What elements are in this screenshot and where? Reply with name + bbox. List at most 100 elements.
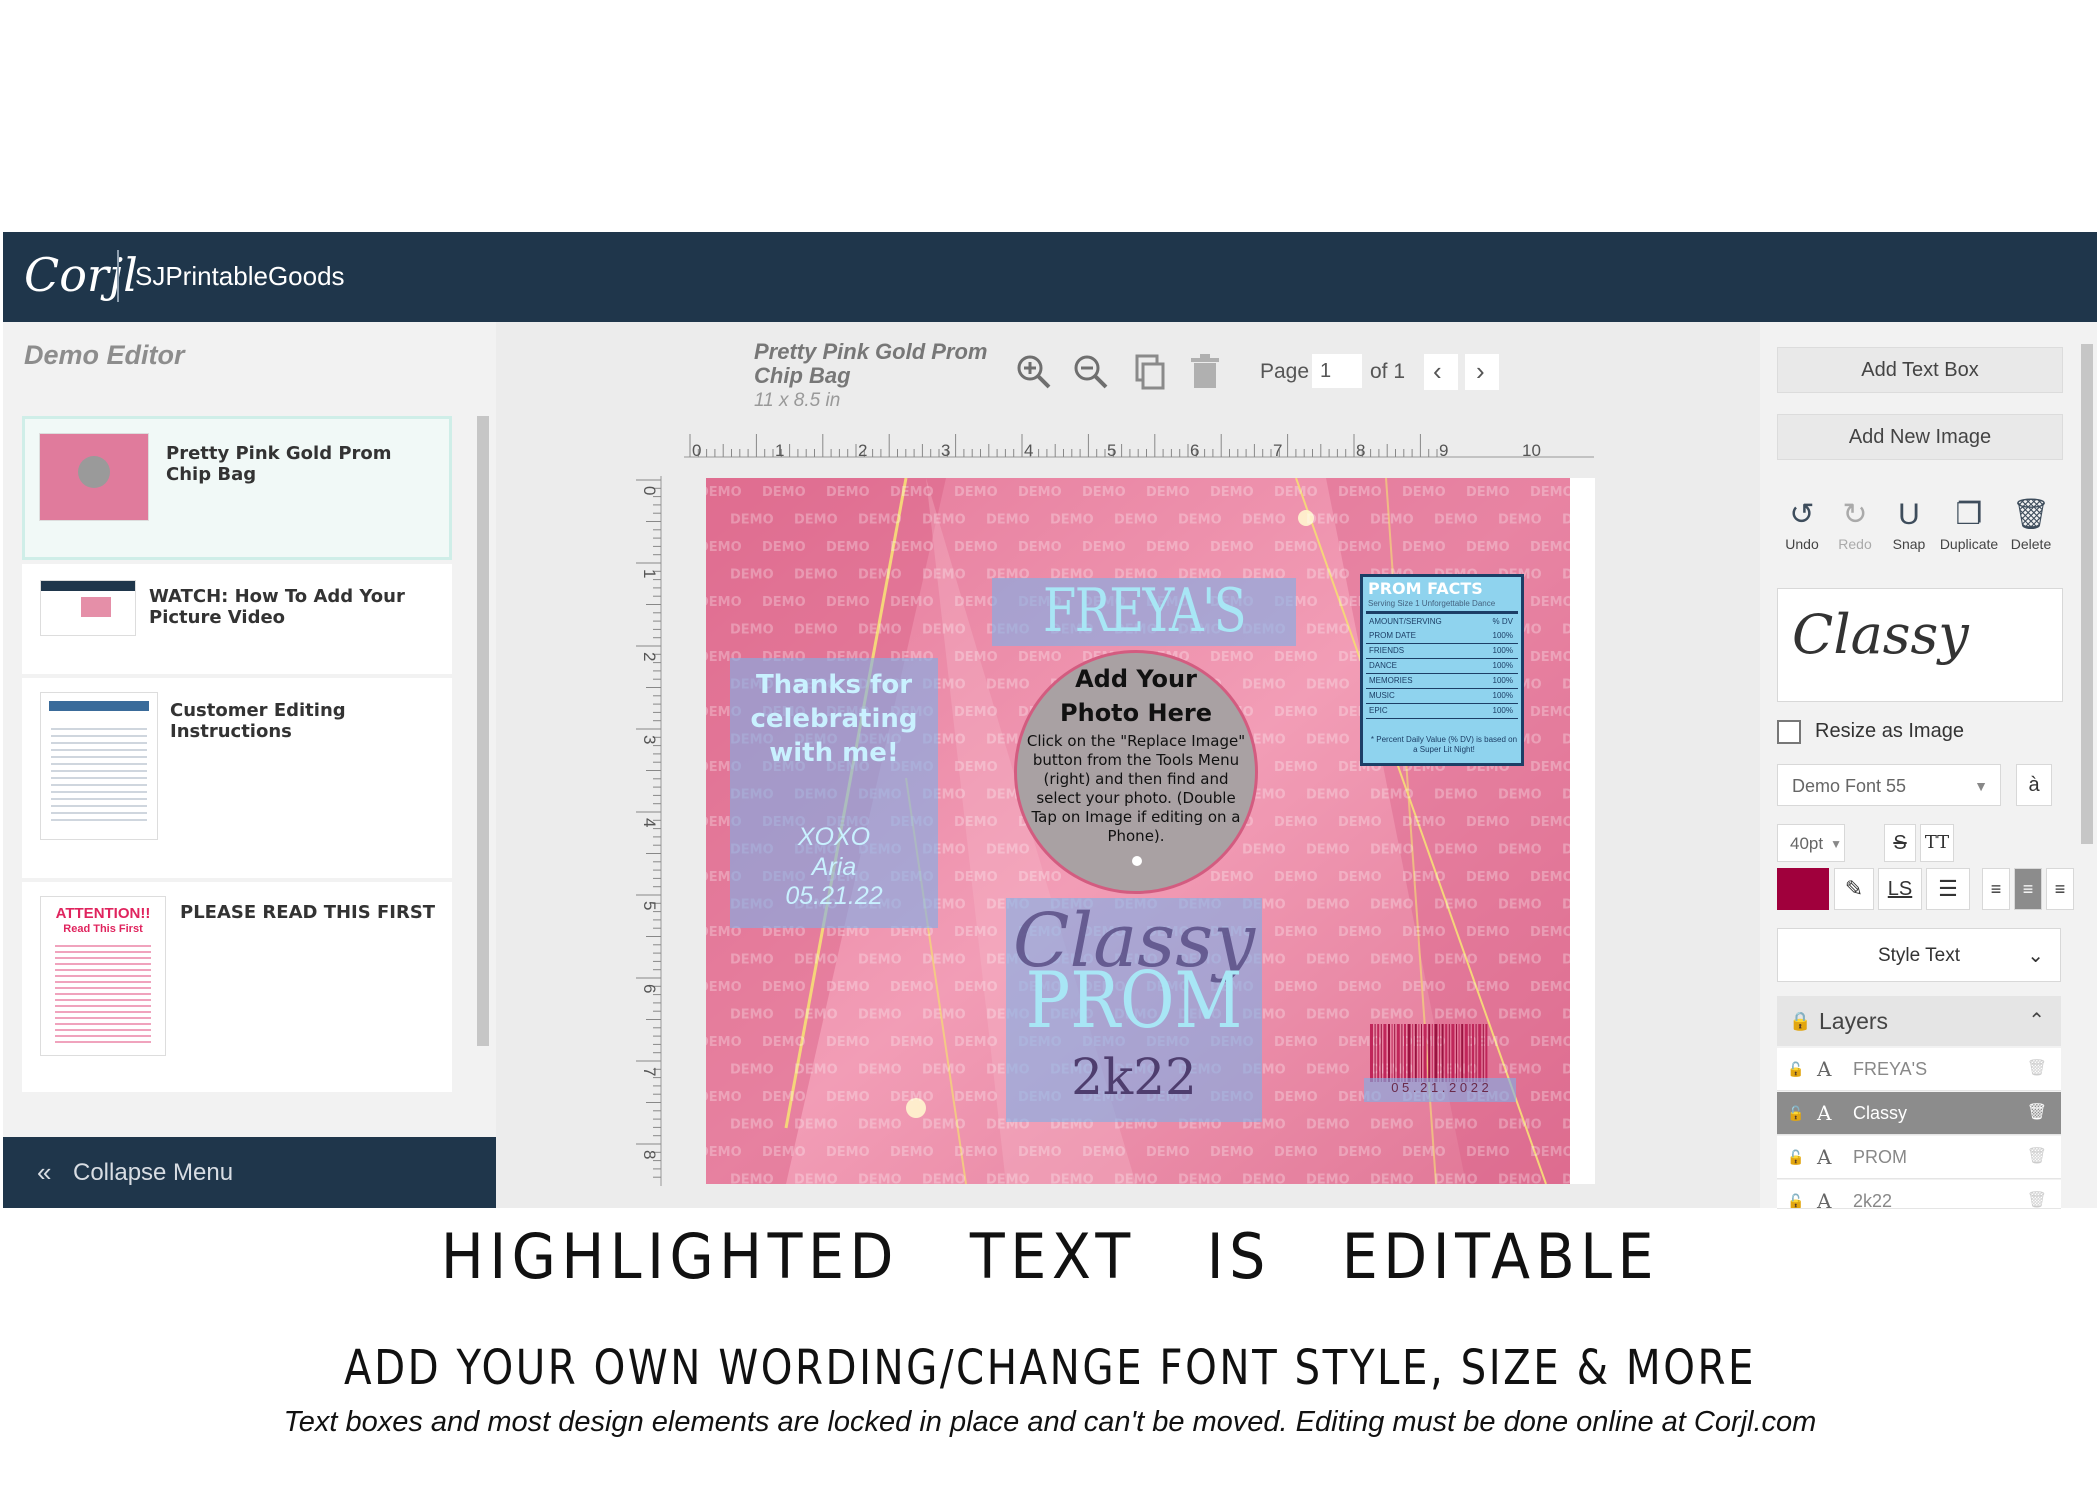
line-spacing-button[interactable]: ☰ xyxy=(1926,868,1970,910)
undo-button[interactable]: ↺ Undo xyxy=(1775,498,1829,552)
add-text-box-button[interactable]: Add Text Box xyxy=(1777,347,2063,393)
delete-button[interactable]: 🗑 Delete xyxy=(2004,498,2058,552)
svg-text:DEMO: DEMO xyxy=(1082,485,1126,500)
eyedropper-button[interactable]: ✎ xyxy=(1834,868,1874,910)
year-text[interactable]: 2k22 xyxy=(1006,1048,1262,1106)
svg-text:DEMO: DEMO xyxy=(954,1035,998,1050)
layer-item[interactable]: 🔓 A FREYA'S 🗑 xyxy=(1777,1048,2061,1091)
svg-text:DEMO: DEMO xyxy=(1402,925,1446,940)
snap-button[interactable]: U Snap xyxy=(1882,498,1936,552)
svg-text:DEMO: DEMO xyxy=(1562,733,1570,748)
font-preview-button[interactable]: à xyxy=(2016,764,2052,806)
layer-item-selected[interactable]: 🔓 A Classy 🗑 xyxy=(1777,1092,2061,1135)
duplicate-button[interactable]: ❐ Duplicate xyxy=(1934,498,2004,552)
collapse-menu-button[interactable]: « Collapse Menu xyxy=(3,1137,496,1208)
date-text[interactable]: 05.21.22 xyxy=(730,882,938,911)
layer-item[interactable]: 🔓 A PROM 🗑 xyxy=(1777,1136,2061,1179)
unlock-icon: 🔓 xyxy=(1787,1105,1805,1121)
ruler-tick-label: 4 xyxy=(640,818,659,827)
style-text-dropdown[interactable]: Style Text ⌄ xyxy=(1777,928,2061,982)
svg-text:DEMO: DEMO xyxy=(954,925,998,940)
text-transform-button[interactable]: TT xyxy=(1920,824,1954,862)
style-text-label: Style Text xyxy=(1877,945,1961,966)
svg-text:DEMO: DEMO xyxy=(890,595,934,610)
svg-text:DEMO: DEMO xyxy=(706,595,742,610)
facts-row: EPIC 100% xyxy=(1366,704,1518,719)
strikethrough-icon: S xyxy=(1893,832,1907,854)
project-item[interactable]: WATCH: How To Add Your Picture Video xyxy=(22,564,452,674)
zoom-in-icon[interactable] xyxy=(1014,352,1054,392)
svg-text:DEMO: DEMO xyxy=(1402,485,1446,500)
page-number-input[interactable] xyxy=(1312,354,1362,388)
title-text[interactable]: FREYA'S xyxy=(1022,576,1265,646)
svg-text:DEMO: DEMO xyxy=(890,485,934,500)
text-color-swatch[interactable] xyxy=(1777,868,1829,910)
panel-scrollbar[interactable] xyxy=(2077,322,2097,1208)
instructions-thumbnail xyxy=(40,692,158,840)
svg-text:DEMO: DEMO xyxy=(1370,1008,1414,1023)
svg-text:DEMO: DEMO xyxy=(1306,568,1350,583)
align-center-button[interactable]: ≡ xyxy=(2014,868,2042,910)
zoom-out-icon[interactable] xyxy=(1071,352,1111,392)
name-text[interactable]: Aria xyxy=(730,853,938,882)
selection-handle[interactable] xyxy=(1132,856,1142,866)
align-left-button[interactable]: ≡ xyxy=(1982,868,2010,910)
duplicate-label: Duplicate xyxy=(1939,536,1999,552)
ruler-tick-label: 3 xyxy=(640,735,659,744)
svg-text:DEMO: DEMO xyxy=(1274,760,1318,775)
svg-text:DEMO: DEMO xyxy=(1210,485,1254,500)
svg-text:DEMO: DEMO xyxy=(1434,953,1478,968)
prom-facts-panel[interactable]: PROM FACTS Serving Size 1 Unforgettable … xyxy=(1360,574,1524,766)
svg-text:DEMO: DEMO xyxy=(1338,980,1382,995)
duplicate-icon: ❐ xyxy=(1955,498,1983,531)
svg-text:DEMO: DEMO xyxy=(730,1118,774,1133)
thanks-text[interactable]: Thanks for celebrating with me! xyxy=(746,668,922,770)
svg-text:DEMO: DEMO xyxy=(986,678,1030,693)
svg-text:DEMO: DEMO xyxy=(922,513,966,528)
project-item[interactable]: Customer Editing Instructions xyxy=(22,678,452,878)
svg-text:DEMO: DEMO xyxy=(858,1118,902,1133)
font-size-select[interactable]: 40pt ▼ xyxy=(1777,824,1845,862)
facts-row: PROM DATE 100% xyxy=(1366,629,1518,644)
project-item[interactable]: ATTENTION!! Read This First PLEASE READ … xyxy=(22,882,452,1092)
prom-text[interactable]: PROM xyxy=(1025,956,1243,1046)
svg-text:DEMO: DEMO xyxy=(1018,485,1062,500)
ruler-tick-label: 7 xyxy=(1273,441,1282,458)
xoxo-text[interactable]: XOXO xyxy=(730,823,938,852)
trash-icon[interactable] xyxy=(1185,352,1225,392)
project-item-selected[interactable]: Pretty Pink Gold Prom Chip Bag xyxy=(22,416,452,560)
svg-text:DEMO: DEMO xyxy=(1082,1145,1126,1160)
facts-row: MUSIC 100% xyxy=(1366,689,1518,704)
resize-as-image-checkbox[interactable] xyxy=(1777,720,1801,744)
font-select[interactable]: Demo Font 55 ▼ xyxy=(1777,764,2001,806)
svg-text:DEMO: DEMO xyxy=(1434,1008,1478,1023)
layers-header[interactable]: 🔒 Layers ⌃ xyxy=(1777,996,2061,1046)
trash-icon[interactable]: 🗑 xyxy=(2027,1048,2047,1090)
letter-spacing-button[interactable]: LS xyxy=(1878,868,1922,910)
copy-icon[interactable] xyxy=(1129,352,1169,392)
corjl-logo[interactable]: Corjl xyxy=(24,240,138,310)
chip-bag-design[interactable]: DEMO DEMO DEMO DEMO DEMO DEMO DEMO DEMO DEMO DEMO… xyxy=(706,478,1570,1184)
prom-facts-subtitle: Serving Size 1 Unforgettable Dance xyxy=(1368,599,1496,608)
trash-icon[interactable]: 🗑 xyxy=(2027,1180,2047,1208)
svg-text:DEMO: DEMO xyxy=(1050,513,1094,528)
layer-name: Classy xyxy=(1853,1103,1908,1123)
text-layer-icon: A xyxy=(1817,1145,1832,1169)
ruler-tick-label: 8 xyxy=(640,1150,659,1159)
add-new-image-button[interactable]: Add New Image xyxy=(1777,414,2063,460)
trash-icon[interactable]: 🗑 xyxy=(2027,1136,2047,1178)
trash-icon[interactable]: 🗑 xyxy=(2027,1092,2047,1134)
shop-name: SJPrintableGoods xyxy=(135,261,345,291)
svg-text:DEMO: DEMO xyxy=(890,1145,934,1160)
barcode-date[interactable]: 0 5 . 2 1 . 2 0 2 2 xyxy=(1364,1080,1516,1095)
strikethrough-button[interactable]: S xyxy=(1884,824,1916,862)
next-page-button[interactable]: › xyxy=(1465,354,1499,390)
previous-page-button[interactable]: ‹ xyxy=(1424,354,1458,390)
sidebar-scrollbar[interactable] xyxy=(474,396,492,1096)
svg-text:DEMO: DEMO xyxy=(1146,1145,1190,1160)
svg-text:DEMO: DEMO xyxy=(1338,925,1382,940)
document-name: Pretty Pink Gold Prom Chip Bag xyxy=(754,339,988,388)
layer-item[interactable]: 🔓 A 2k22 🗑 xyxy=(1777,1180,2061,1209)
redo-button[interactable]: ↻ Redo xyxy=(1828,498,1882,552)
align-right-button[interactable]: ≡ xyxy=(2046,868,2074,910)
